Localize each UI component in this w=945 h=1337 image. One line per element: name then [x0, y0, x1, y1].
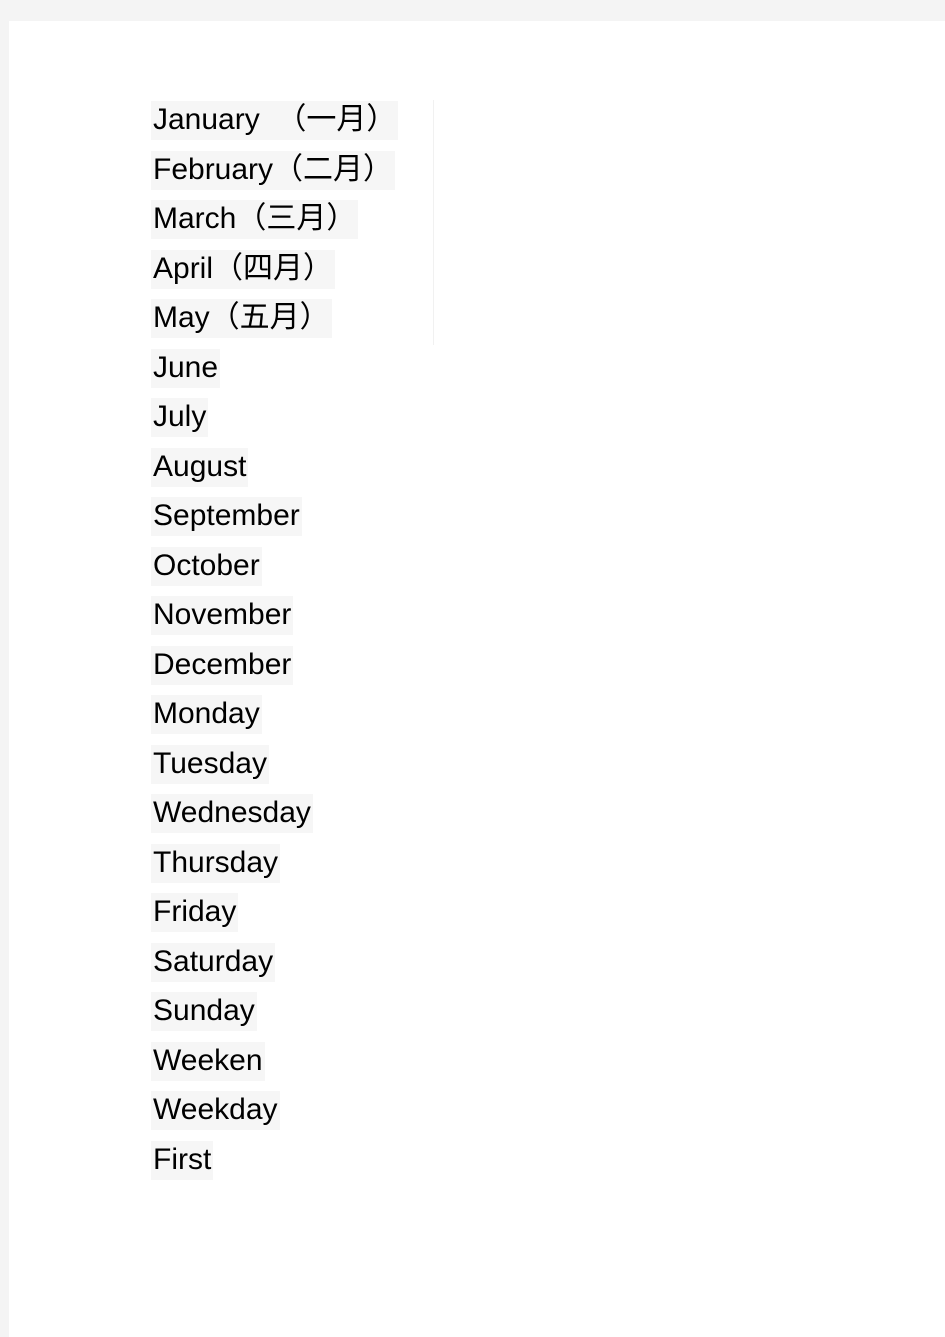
list-item: Saturday	[151, 942, 911, 992]
list-item: October	[151, 546, 911, 596]
list-item: September	[151, 496, 911, 546]
list-item: November	[151, 595, 911, 645]
word-text: December	[151, 645, 294, 685]
list-item: March（三月）	[151, 199, 911, 249]
word-text: Sunday	[151, 992, 257, 1031]
document-page: January （一月） February（二月） March（三月） Apri…	[9, 21, 945, 1337]
list-item: Sunday	[151, 991, 911, 1041]
word-text: May（五月）	[151, 299, 332, 338]
list-item: First	[151, 1140, 911, 1190]
word-text: March（三月）	[151, 200, 359, 239]
list-item: July	[151, 397, 911, 447]
list-item: Thursday	[151, 843, 911, 893]
list-item: Weekday	[151, 1090, 911, 1140]
word-text: November	[151, 596, 294, 635]
word-text: Wednesday	[151, 794, 313, 833]
word-text: February（二月）	[151, 150, 396, 190]
word-text: April（四月）	[151, 249, 336, 289]
word-text: Saturday	[151, 942, 276, 982]
word-text: June	[151, 348, 221, 388]
word-text: August	[151, 447, 249, 487]
word-text: January （一月）	[151, 101, 399, 140]
word-list: January （一月） February（二月） March（三月） Apri…	[151, 100, 911, 1189]
word-text: October	[151, 546, 262, 586]
word-text: First	[151, 1140, 214, 1180]
list-item: Monday	[151, 694, 911, 744]
word-text: September	[151, 497, 302, 536]
list-item: Weeken	[151, 1041, 911, 1091]
list-item: February（二月）	[151, 150, 911, 200]
word-text: Thursday	[151, 843, 281, 883]
word-text: Weekday	[151, 1091, 280, 1130]
list-item: June	[151, 348, 911, 398]
word-text: Weeken	[151, 1041, 265, 1081]
list-item: January （一月）	[151, 100, 911, 150]
word-text: July	[151, 398, 209, 437]
list-item: April（四月）	[151, 249, 911, 299]
word-text: Tuesday	[151, 744, 269, 784]
word-text: Friday	[151, 893, 239, 932]
list-item: May（五月）	[151, 298, 911, 348]
list-item: December	[151, 645, 911, 695]
list-item: Tuesday	[151, 744, 911, 794]
list-item: Wednesday	[151, 793, 911, 843]
list-item: August	[151, 447, 911, 497]
list-item: Friday	[151, 892, 911, 942]
word-text: Monday	[151, 695, 262, 734]
